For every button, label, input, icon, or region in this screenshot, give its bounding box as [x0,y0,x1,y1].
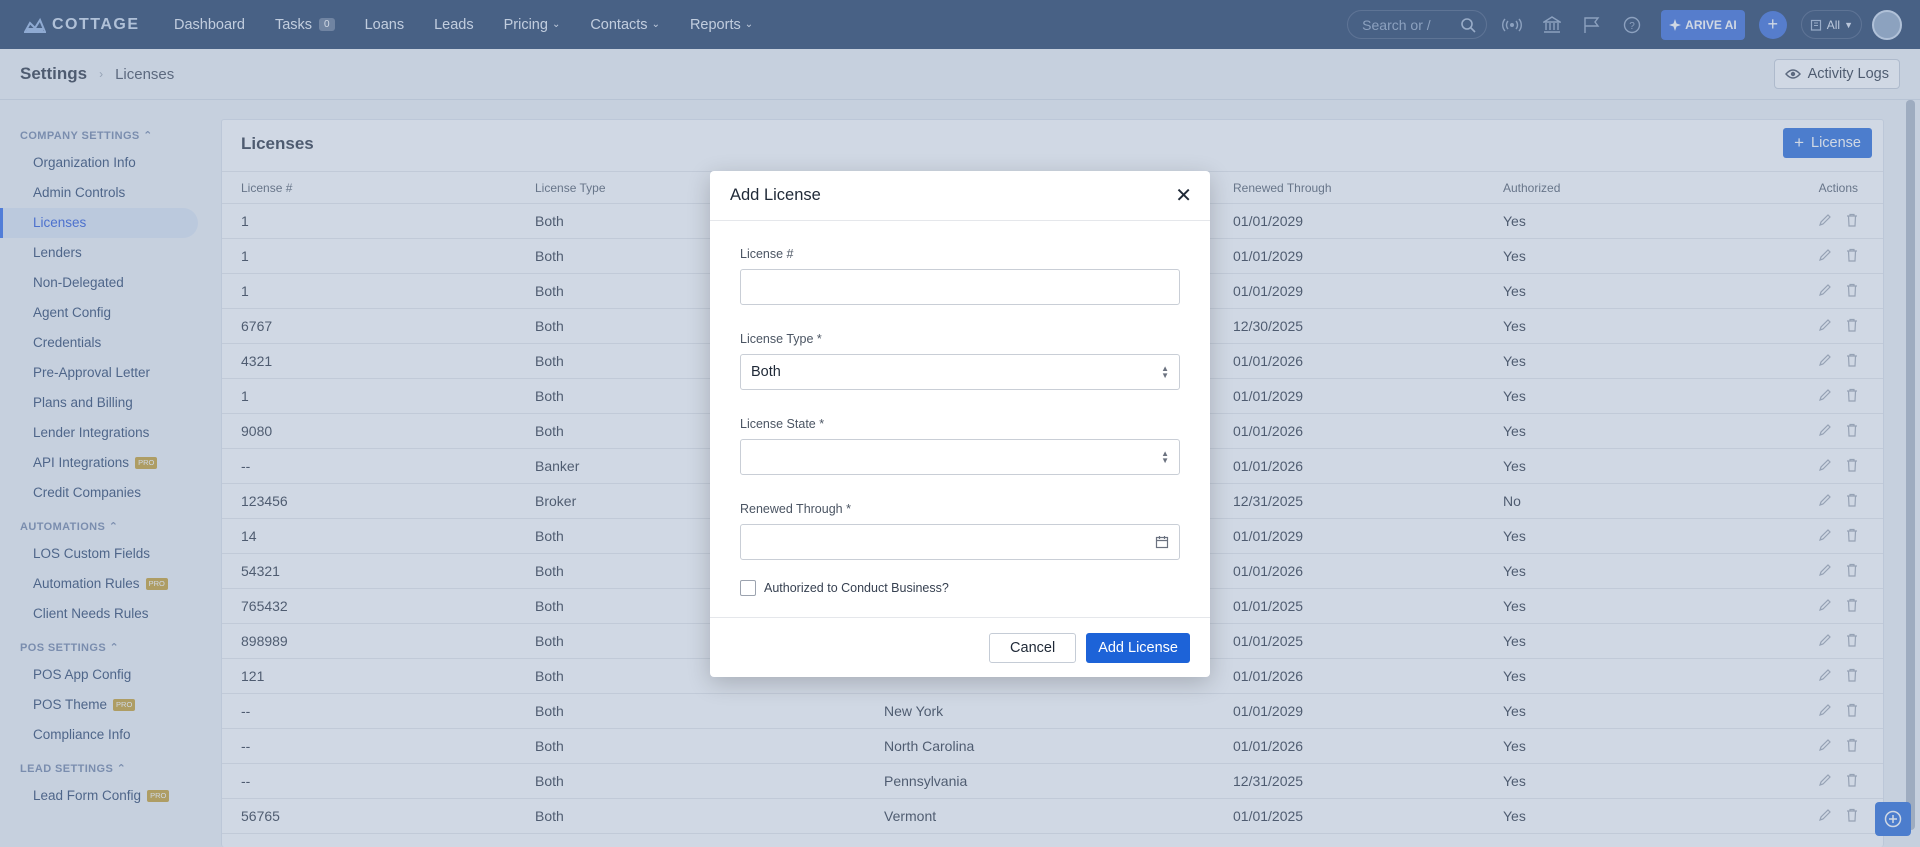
license-type-label: License Type * [740,332,822,346]
license-number-input[interactable] [740,269,1180,305]
license-state-select[interactable]: ▲ ▼ [740,439,1180,475]
renewed-through-label: Renewed Through * [740,502,851,516]
calendar-icon[interactable] [1155,535,1169,549]
cancel-button[interactable]: Cancel [989,632,1077,663]
select-updown-icon: ▲ ▼ [1161,364,1169,380]
modal-body: License # License Type * Both ▲ ▼ License… [710,247,1210,596]
license-type-value: Both [751,364,781,380]
authorized-label[interactable]: Authorized to Conduct Business? [764,581,949,595]
modal-header: Add License ✕ [710,171,1210,221]
modal-footer: Cancel Add License [710,617,1210,677]
license-type-select[interactable]: Both ▲ ▼ [740,354,1180,390]
license-state-label: License State * [740,417,825,431]
license-number-label: License # [740,247,794,261]
add-license-modal: Add License ✕ License # License Type * B… [710,171,1210,677]
modal-title: Add License [730,186,821,204]
renewed-through-date-input[interactable] [740,524,1180,560]
close-icon[interactable]: ✕ [1175,183,1192,208]
authorized-row: Authorized to Conduct Business? [740,580,1180,596]
submit-add-license-button[interactable]: Add License [1086,632,1190,663]
authorized-checkbox[interactable] [740,580,756,596]
select-updown-icon: ▲ ▼ [1161,449,1169,465]
